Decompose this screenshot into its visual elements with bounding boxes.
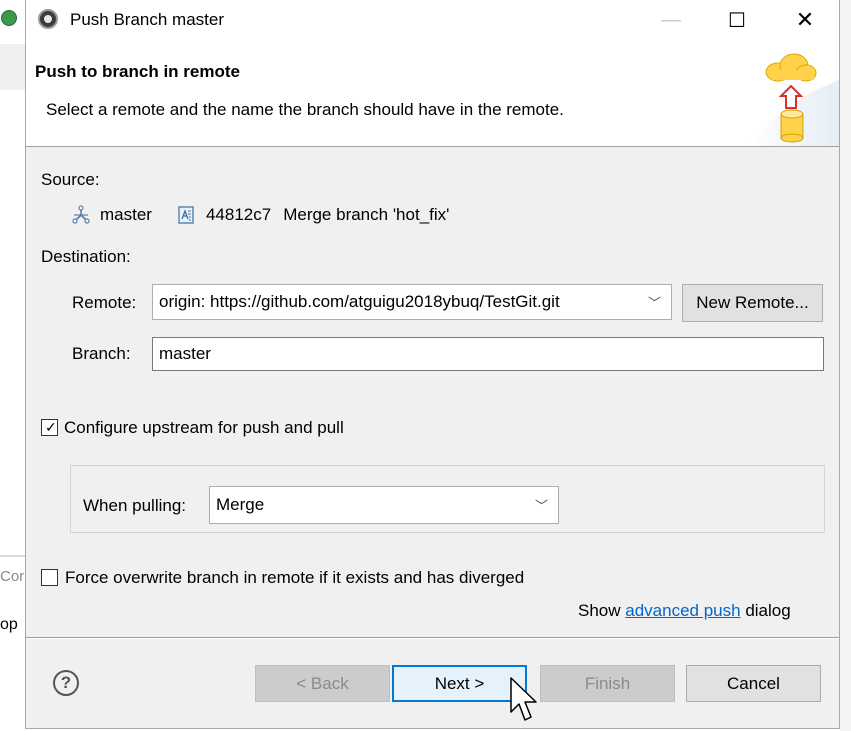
when-pulling-select[interactable]: Merge ﹀: [209, 486, 559, 524]
maximize-button[interactable]: ☐: [714, 0, 760, 40]
configure-upstream-label[interactable]: Configure upstream for push and pull: [64, 418, 344, 438]
wizard-header: Push to branch in remote Select a remote…: [26, 40, 839, 147]
commit-icon: [178, 206, 194, 224]
push-to-cloud-icon: [746, 53, 839, 146]
checkmark-icon: ✓: [45, 419, 57, 435]
finish-button[interactable]: Finish: [540, 665, 675, 702]
commit-message: Merge branch 'hot_fix': [283, 205, 450, 224]
branch-icon: [72, 205, 90, 224]
advanced-prefix: Show: [578, 601, 621, 620]
chevron-down-icon: ﹀: [647, 295, 661, 311]
when-pulling-value: Merge: [216, 495, 265, 514]
mouse-cursor-icon: [510, 677, 537, 721]
new-remote-button[interactable]: New Remote...: [682, 284, 823, 322]
back-button[interactable]: < Back: [255, 665, 390, 702]
next-button[interactable]: Next >: [392, 665, 527, 702]
branch-input[interactable]: master: [152, 337, 824, 371]
branch-input-value: master: [159, 344, 211, 363]
source-row: master 44812c7 Merge branch 'hot_fix': [71, 205, 449, 225]
advanced-push-text: Show advanced push dialog: [578, 601, 791, 621]
branch-label: Branch:: [72, 344, 131, 363]
background-text: op: [0, 616, 18, 633]
title-bar[interactable]: Push Branch master — ☐ ✕: [26, 0, 839, 40]
source-label: Source:: [41, 170, 100, 189]
close-button[interactable]: ✕: [782, 0, 828, 40]
force-overwrite-checkbox[interactable]: [41, 569, 58, 586]
configure-upstream-checkbox[interactable]: ✓: [41, 419, 58, 436]
when-pulling-label: When pulling:: [83, 496, 187, 515]
chevron-down-icon: ﹀: [534, 498, 548, 514]
remote-select-value: origin: https://github.com/atguigu2018yb…: [159, 292, 560, 311]
run-icon: [1, 10, 17, 26]
minimize-button[interactable]: —: [648, 0, 694, 40]
pull-options-group: When pulling: Merge ﹀: [70, 465, 825, 533]
advanced-push-link[interactable]: advanced push: [625, 601, 740, 620]
force-overwrite-label[interactable]: Force overwrite branch in remote if it e…: [65, 568, 524, 588]
source-branch-name: master: [100, 205, 152, 224]
help-icon[interactable]: ?: [53, 670, 79, 696]
window-title: Push Branch master: [70, 10, 225, 29]
footer-divider-highlight: [26, 638, 839, 639]
push-branch-dialog: Push Branch master — ☐ ✕ Push to branch …: [25, 0, 840, 729]
cancel-button[interactable]: Cancel: [686, 665, 821, 702]
background-divider: [0, 555, 26, 557]
background-toolbar-band: [0, 44, 26, 90]
background-app-edge-right: [840, 0, 851, 731]
commit-id: 44812c7: [205, 205, 272, 224]
eclipse-app-icon: [38, 9, 58, 29]
destination-label: Destination:: [41, 247, 131, 266]
remote-select[interactable]: origin: https://github.com/atguigu2018yb…: [152, 284, 672, 320]
remote-label: Remote:: [72, 293, 137, 312]
wizard-description: Select a remote and the name the branch …: [46, 100, 564, 119]
background-text: Cor: [0, 568, 25, 585]
wizard-title: Push to branch in remote: [35, 62, 240, 81]
advanced-suffix: dialog: [745, 601, 791, 620]
